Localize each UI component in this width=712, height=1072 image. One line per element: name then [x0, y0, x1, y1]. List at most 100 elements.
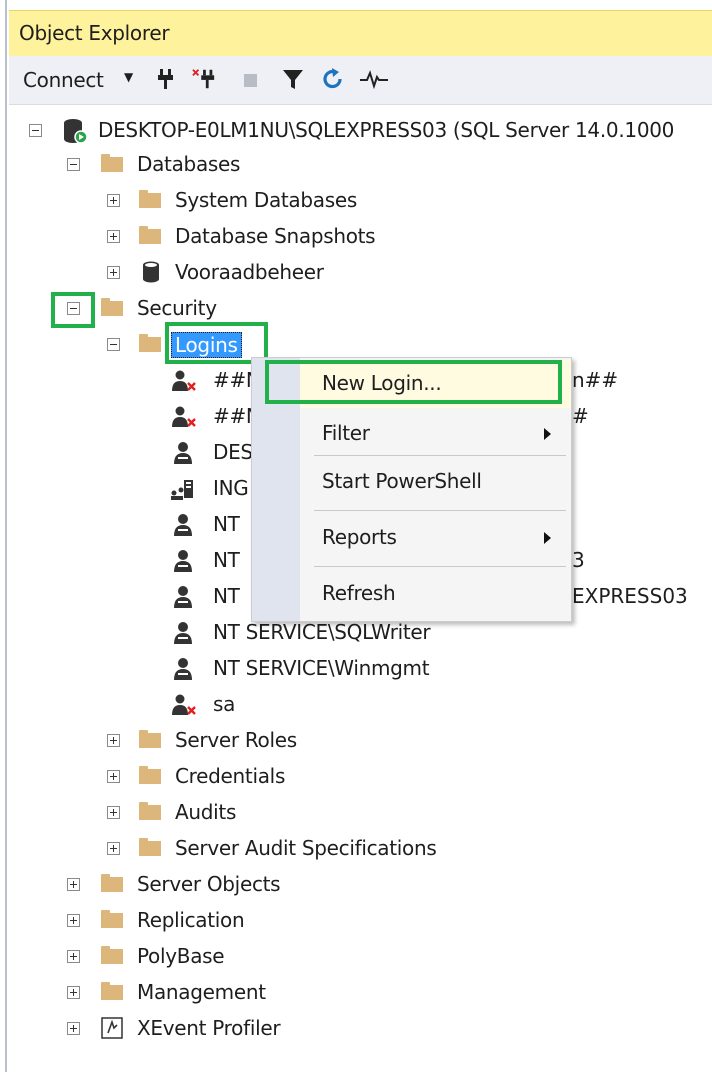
group-login-icon	[171, 480, 193, 500]
tree-node-server-objects[interactable]: Server Objects	[0, 868, 712, 902]
login-label: NT SERVICE\SQLWriter	[213, 620, 431, 644]
tree-node-vooraadbeheer[interactable]: Vooraadbeheer	[0, 256, 712, 290]
tree-node-server[interactable]: DESKTOP-E0LM1NU\SQLEXPRESS03 (SQL Server…	[0, 114, 712, 148]
folder-icon	[139, 226, 161, 244]
tree-node-security[interactable]: Security	[0, 292, 712, 326]
login-icon	[174, 442, 192, 464]
disabled-login-icon	[172, 694, 196, 715]
menu-item-reports[interactable]: Reports	[300, 514, 571, 562]
folder-icon	[139, 802, 161, 820]
expand-icon[interactable]	[107, 842, 120, 855]
submenu-arrow-icon	[544, 532, 551, 544]
tree-node-databases[interactable]: Databases	[0, 148, 712, 182]
tree-node-server-audit-specifications[interactable]: Server Audit Specifications	[0, 832, 712, 866]
tree-node-polybase[interactable]: PolyBase	[0, 940, 712, 974]
disabled-login-icon	[172, 370, 196, 391]
login-label-tail: 3	[572, 548, 585, 572]
tree-label: Server Roles	[175, 728, 297, 752]
tree-label: Server Objects	[137, 872, 281, 896]
tree-label: Management	[137, 980, 266, 1004]
expand-icon[interactable]	[107, 194, 120, 207]
xevent-profiler-icon	[101, 1017, 123, 1039]
server-icon	[64, 119, 88, 144]
menu-item-label: Start PowerShell	[322, 469, 482, 493]
folder-icon	[139, 838, 161, 856]
login-item[interactable]: NT	[0, 544, 260, 578]
tree-label: Server Audit Specifications	[175, 836, 437, 860]
login-icon	[174, 550, 192, 572]
login-icon	[174, 514, 192, 536]
login-item[interactable]: NT	[0, 580, 260, 614]
folder-icon	[101, 910, 123, 928]
expand-icon[interactable]	[107, 734, 120, 747]
folder-icon	[139, 730, 161, 748]
login-label: NT	[213, 548, 240, 572]
expand-icon[interactable]	[107, 230, 120, 243]
login-item[interactable]: ##N	[0, 400, 261, 434]
login-label-tail: #	[572, 404, 589, 428]
tree-node-audits[interactable]: Audits	[0, 796, 712, 830]
folder-icon	[139, 334, 161, 352]
folder-icon	[101, 298, 123, 316]
expand-icon[interactable]	[67, 950, 80, 963]
highlight-new-login	[265, 360, 562, 404]
tree-node-system-databases[interactable]: System Databases	[0, 184, 712, 218]
folder-icon	[139, 190, 161, 208]
tree-label: Audits	[175, 800, 237, 824]
menu-item-refresh[interactable]: Refresh	[300, 570, 571, 618]
login-item[interactable]: NT SERVICE\Winmgmt	[0, 652, 712, 686]
database-icon	[143, 261, 159, 283]
tree-node-credentials[interactable]: Credentials	[0, 760, 712, 794]
expand-icon[interactable]	[67, 1022, 80, 1035]
expand-icon[interactable]	[67, 986, 80, 999]
menu-item-start-powershell[interactable]: Start PowerShell	[300, 458, 571, 506]
tree-node-xevent-profiler[interactable]: XEvent Profiler	[0, 1012, 712, 1046]
menu-separator	[314, 510, 566, 511]
tree-label: Security	[137, 296, 217, 320]
login-label: NT SERVICE\Winmgmt	[213, 656, 430, 680]
login-item[interactable]: ##N	[0, 364, 261, 398]
submenu-arrow-icon	[544, 428, 551, 440]
menu-item-label: Filter	[322, 421, 370, 445]
folder-icon	[139, 766, 161, 784]
menu-item-label: Reports	[322, 525, 397, 549]
login-label-tail: EXPRESS03	[572, 584, 688, 608]
tree-label: System Databases	[175, 188, 357, 212]
server-name: DESKTOP-E0LM1NU\SQLEXPRESS03 (SQL Server…	[98, 118, 675, 142]
login-item[interactable]: DES	[0, 436, 260, 470]
login-label: ING	[213, 476, 249, 500]
tree-node-management[interactable]: Management	[0, 976, 712, 1010]
tree-label: Replication	[137, 908, 245, 932]
tree-label: XEvent Profiler	[137, 1016, 281, 1040]
login-label: DES	[213, 440, 253, 464]
expand-icon[interactable]	[107, 770, 120, 783]
login-label: sa	[213, 692, 236, 716]
login-icon	[174, 658, 192, 680]
tree-node-database-snapshots[interactable]: Database Snapshots	[0, 220, 712, 254]
expand-icon[interactable]	[67, 878, 80, 891]
menu-item-filter[interactable]: Filter	[300, 410, 571, 458]
expand-icon[interactable]	[107, 266, 120, 279]
login-icon	[174, 586, 192, 608]
tree-node-replication[interactable]: Replication	[0, 904, 712, 938]
login-item[interactable]: sa	[0, 688, 712, 722]
collapse-icon[interactable]	[107, 338, 120, 351]
menu-item-label: Refresh	[322, 581, 396, 605]
expand-icon[interactable]	[67, 914, 80, 927]
collapse-icon[interactable]	[67, 158, 80, 171]
expand-icon[interactable]	[107, 806, 120, 819]
tree-label: Credentials	[175, 764, 286, 788]
login-icon	[174, 622, 192, 644]
tree-label: Vooraadbeheer	[175, 260, 324, 284]
folder-icon	[101, 874, 123, 892]
tree-label: Databases	[137, 152, 241, 176]
tree-label: PolyBase	[137, 944, 225, 968]
collapse-icon[interactable]	[29, 124, 42, 137]
login-item[interactable]: NT	[0, 508, 260, 542]
login-item[interactable]: ING	[0, 472, 260, 506]
folder-icon	[101, 154, 123, 172]
tree-node-server-roles[interactable]: Server Roles	[0, 724, 712, 758]
tree-label: Database Snapshots	[175, 224, 376, 248]
menu-separator	[314, 455, 566, 456]
disabled-login-icon	[172, 406, 196, 427]
